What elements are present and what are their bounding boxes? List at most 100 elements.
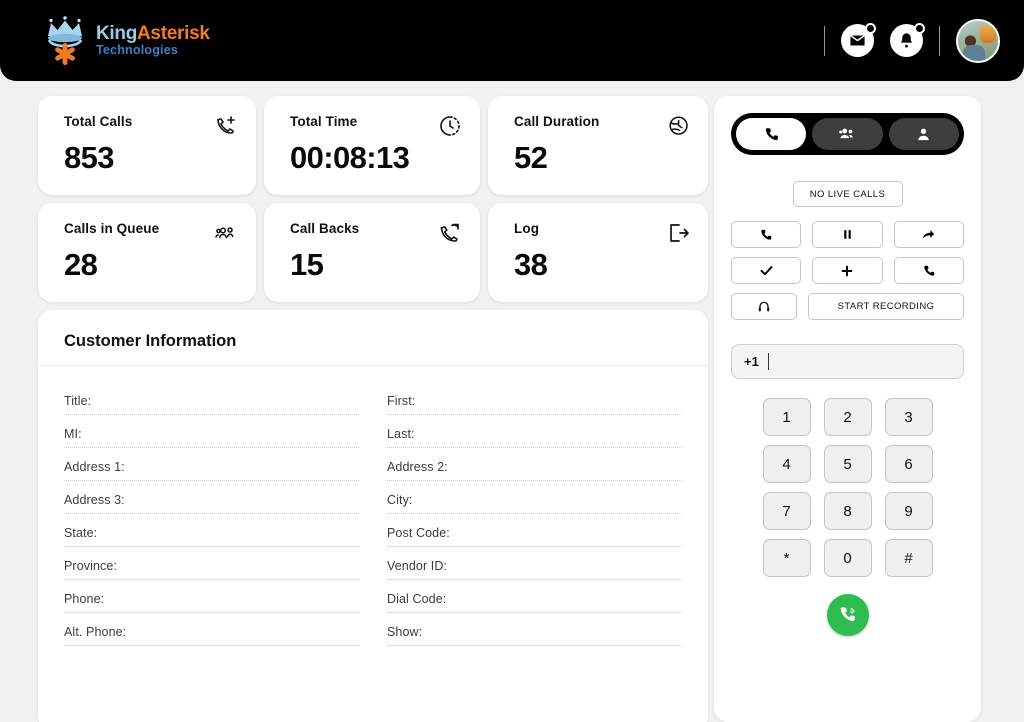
stat-value: 853 (64, 140, 238, 176)
stat-card-calls-in-queue[interactable]: Calls in Queue 28 (38, 203, 256, 302)
mail-icon[interactable] (841, 24, 874, 57)
logout-icon (666, 221, 690, 245)
dialpad: 1 2 3 4 5 6 7 8 9 * 0 # (763, 398, 933, 577)
field-label: Vendor ID: (387, 559, 682, 579)
field-vendor-id[interactable]: Vendor ID: (387, 547, 682, 580)
field-label: State: (64, 526, 359, 546)
field-address-2[interactable]: Address 2: (387, 448, 682, 481)
key-3[interactable]: 3 (885, 398, 933, 436)
field-label: City: (387, 493, 682, 513)
field-address-1[interactable]: Address 1: (64, 448, 359, 481)
hold-call-button[interactable] (812, 221, 882, 248)
field-label: Address 2: (387, 460, 682, 480)
phone-number-input[interactable]: +1 (731, 344, 964, 379)
no-live-calls-status[interactable]: NO LIVE CALLS (793, 181, 903, 207)
customer-information-card: Customer Information Title: First: MI: L… (38, 310, 708, 722)
field-mi[interactable]: MI: (64, 415, 359, 448)
seg-phone-mode[interactable] (736, 118, 806, 150)
app-header: KingAsterisk Technologies (0, 0, 1024, 81)
avatar[interactable] (956, 19, 1000, 63)
field-label: Alt. Phone: (64, 625, 359, 645)
stat-value: 00:08:13 (290, 140, 462, 176)
key-9[interactable]: 9 (885, 492, 933, 530)
field-dial-code[interactable]: Dial Code: (387, 580, 682, 613)
header-actions (824, 19, 1000, 63)
field-label: Phone: (64, 592, 359, 612)
field-phone[interactable]: Phone: (64, 580, 359, 613)
recording-row: START RECORDING (731, 293, 964, 320)
brand-logo[interactable]: KingAsterisk Technologies (38, 14, 210, 68)
call-action-buttons (731, 221, 964, 284)
stat-row-2: Calls in Queue 28 Call Backs (38, 203, 708, 302)
dialer-mode-toggle (731, 113, 964, 155)
field-post-code[interactable]: Post Code: (387, 514, 682, 547)
seg-agent-mode[interactable] (889, 118, 959, 150)
field-label: Post Code: (387, 526, 682, 546)
field-title[interactable]: Title: (64, 382, 359, 415)
field-input[interactable] (387, 645, 682, 646)
transfer-call-button[interactable] (894, 221, 964, 248)
field-city[interactable]: City: (387, 481, 682, 514)
field-province[interactable]: Province: (64, 547, 359, 580)
stat-card-call-duration[interactable]: Call Duration 52 (488, 96, 708, 195)
seg-group-mode[interactable] (812, 118, 882, 150)
dial-button[interactable] (894, 257, 964, 284)
field-input[interactable] (64, 645, 359, 646)
phone-refresh-icon (438, 221, 462, 245)
headset-icon[interactable] (731, 293, 797, 320)
stat-cards: Total Calls 853 Total Time (38, 96, 708, 310)
brand-logo-text: KingAsterisk Technologies (96, 24, 210, 57)
start-recording-button[interactable]: START RECORDING (808, 293, 964, 320)
field-label: Last: (387, 427, 682, 447)
phone-prefix: +1 (744, 354, 759, 369)
crown-asterisk-logo-icon (38, 14, 92, 68)
stat-value: 15 (290, 247, 462, 283)
stat-label: Log (514, 221, 539, 236)
key-0[interactable]: 0 (824, 539, 872, 577)
field-label: First: (387, 394, 682, 414)
place-call-button[interactable] (827, 594, 869, 636)
stat-card-call-backs[interactable]: Call Backs 15 (264, 203, 480, 302)
field-last[interactable]: Last: (387, 415, 682, 448)
phone-add-icon (214, 114, 238, 138)
bell-badge-dot (914, 23, 925, 34)
stat-card-total-time[interactable]: Total Time 00:08:13 (264, 96, 480, 195)
clock-dashed-icon (438, 114, 462, 138)
key-8[interactable]: 8 (824, 492, 872, 530)
field-first[interactable]: First: (387, 382, 682, 415)
field-state[interactable]: State: (64, 514, 359, 547)
logo-subtitle: Technologies (96, 44, 210, 57)
page-title: Customer Information (64, 332, 682, 365)
key-4[interactable]: 4 (763, 445, 811, 483)
field-address-3[interactable]: Address 3: (64, 481, 359, 514)
field-label: MI: (64, 427, 359, 447)
confirm-button[interactable] (731, 257, 801, 284)
mail-badge-dot (865, 23, 876, 34)
key-5[interactable]: 5 (824, 445, 872, 483)
logo-word-king: King (96, 23, 137, 44)
stat-label: Calls in Queue (64, 221, 159, 236)
stat-value: 52 (514, 140, 690, 176)
key-2[interactable]: 2 (824, 398, 872, 436)
field-label: Province: (64, 559, 359, 579)
field-alt-phone[interactable]: Alt. Phone: (64, 613, 359, 646)
key-1[interactable]: 1 (763, 398, 811, 436)
stat-label: Total Time (290, 114, 357, 129)
header-divider-left (824, 26, 825, 56)
field-label: Title: (64, 394, 359, 414)
stat-value: 38 (514, 247, 690, 283)
answer-call-button[interactable] (731, 221, 801, 248)
key-7[interactable]: 7 (763, 492, 811, 530)
stat-label: Call Duration (514, 114, 599, 129)
dialer-panel: NO LIVE CALLS ST (714, 96, 981, 722)
bell-icon[interactable] (890, 24, 923, 57)
key-hash[interactable]: # (885, 539, 933, 577)
key-6[interactable]: 6 (885, 445, 933, 483)
divider (38, 365, 708, 366)
key-star[interactable]: * (763, 539, 811, 577)
stat-card-log[interactable]: Log 38 (488, 203, 708, 302)
add-call-button[interactable] (812, 257, 882, 284)
field-show[interactable]: Show: (387, 613, 682, 646)
stat-label: Total Calls (64, 114, 132, 129)
stat-card-total-calls[interactable]: Total Calls 853 (38, 96, 256, 195)
